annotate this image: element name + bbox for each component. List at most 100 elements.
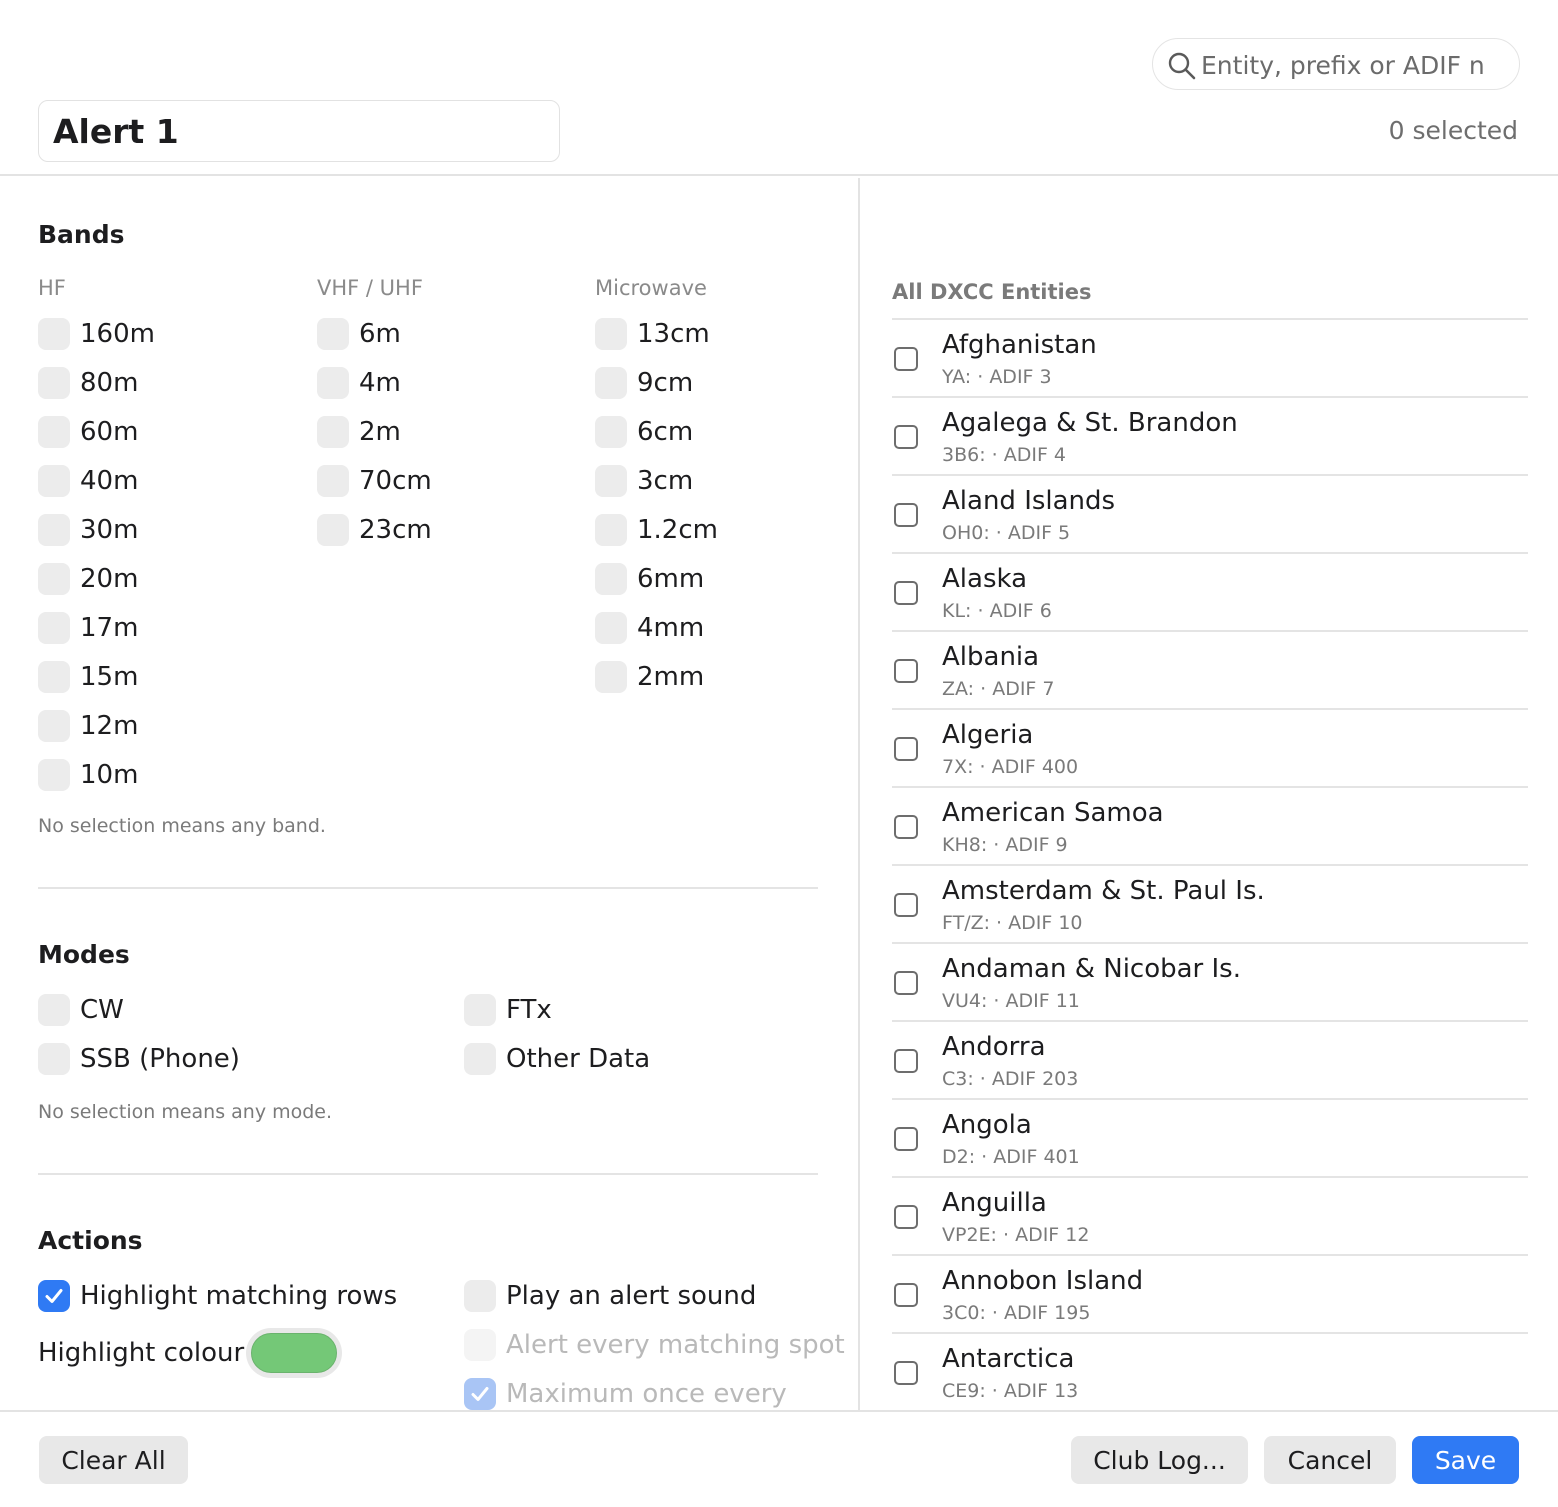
- band-checkbox-70cm[interactable]: 70cm: [317, 461, 432, 501]
- band-checkbox-23cm[interactable]: 23cm: [317, 510, 432, 550]
- checkbox[interactable]: [38, 612, 70, 644]
- entity-checkbox[interactable]: [894, 1049, 918, 1073]
- band-checkbox-17m[interactable]: 17m: [38, 608, 138, 648]
- checkbox[interactable]: [595, 465, 627, 497]
- entity-row[interactable]: Amsterdam & St. Paul Is. FT/Z: · ADIF 10: [892, 866, 1528, 944]
- band-checkbox-3cm[interactable]: 3cm: [595, 461, 693, 501]
- mode-cw[interactable]: CW: [38, 990, 124, 1030]
- alert-name-field[interactable]: [38, 100, 560, 162]
- checkbox[interactable]: [464, 1378, 496, 1410]
- checkbox[interactable]: [38, 994, 70, 1026]
- search-input[interactable]: [1201, 47, 1509, 83]
- entity-row[interactable]: Alaska KL: · ADIF 6: [892, 554, 1528, 632]
- entity-checkbox[interactable]: [894, 1205, 918, 1229]
- checkbox[interactable]: [595, 416, 627, 448]
- band-checkbox-6mm[interactable]: 6mm: [595, 559, 704, 599]
- entity-row[interactable]: Andaman & Nicobar Is. VU4: · ADIF 11: [892, 944, 1528, 1022]
- club-log-button[interactable]: Club Log...: [1071, 1436, 1248, 1484]
- checkbox[interactable]: [38, 1043, 70, 1075]
- checkbox[interactable]: [317, 416, 349, 448]
- entity-row[interactable]: American Samoa KH8: · ADIF 9: [892, 788, 1528, 866]
- band-checkbox-40m[interactable]: 40m: [38, 461, 138, 501]
- band-checkbox-15m[interactable]: 15m: [38, 657, 138, 697]
- checkbox[interactable]: [464, 994, 496, 1026]
- entity-row[interactable]: Algeria 7X: · ADIF 400: [892, 710, 1528, 788]
- checkbox[interactable]: [317, 465, 349, 497]
- checkbox[interactable]: [464, 1329, 496, 1361]
- entity-checkbox[interactable]: [894, 1283, 918, 1307]
- entity-checkbox[interactable]: [894, 1361, 918, 1385]
- band-checkbox-60m[interactable]: 60m: [38, 412, 138, 452]
- band-checkbox-1-2cm[interactable]: 1.2cm: [595, 510, 718, 550]
- entity-checkbox[interactable]: [894, 893, 918, 917]
- band-checkbox-13cm[interactable]: 13cm: [595, 314, 710, 354]
- checkbox[interactable]: [38, 465, 70, 497]
- checkbox[interactable]: [38, 759, 70, 791]
- entity-checkbox[interactable]: [894, 971, 918, 995]
- band-checkbox-10m[interactable]: 10m: [38, 755, 138, 795]
- entity-row[interactable]: Antarctica CE9: · ADIF 13: [892, 1334, 1528, 1410]
- entity-checkbox[interactable]: [894, 815, 918, 839]
- clear-all-button[interactable]: Clear All: [39, 1436, 188, 1484]
- band-checkbox-9cm[interactable]: 9cm: [595, 363, 693, 403]
- checkbox[interactable]: [38, 1280, 70, 1312]
- save-button[interactable]: Save: [1412, 1436, 1519, 1484]
- checkbox[interactable]: [38, 367, 70, 399]
- checkbox[interactable]: [38, 710, 70, 742]
- entity-checkbox[interactable]: [894, 425, 918, 449]
- max-once-checkbox[interactable]: Maximum once every: [464, 1374, 787, 1410]
- entity-row[interactable]: Albania ZA: · ADIF 7: [892, 632, 1528, 710]
- checkbox[interactable]: [595, 563, 627, 595]
- band-checkbox-2m[interactable]: 2m: [317, 412, 401, 452]
- checkbox[interactable]: [317, 367, 349, 399]
- band-checkbox-30m[interactable]: 30m: [38, 510, 138, 550]
- entity-checkbox[interactable]: [894, 737, 918, 761]
- entity-checkbox[interactable]: [894, 503, 918, 527]
- alert-every-spot-checkbox[interactable]: Alert every matching spot: [464, 1325, 845, 1365]
- band-checkbox-6m[interactable]: 6m: [317, 314, 401, 354]
- entity-checkbox[interactable]: [894, 659, 918, 683]
- checkbox[interactable]: [317, 514, 349, 546]
- checkbox[interactable]: [38, 563, 70, 595]
- highlight-colour-well[interactable]: [246, 1328, 342, 1378]
- checkbox[interactable]: [317, 318, 349, 350]
- entity-row[interactable]: Angola D2: · ADIF 401: [892, 1100, 1528, 1178]
- entity-checkbox[interactable]: [894, 347, 918, 371]
- checkbox[interactable]: [595, 514, 627, 546]
- band-checkbox-4m[interactable]: 4m: [317, 363, 401, 403]
- highlight-rows-checkbox[interactable]: Highlight matching rows: [38, 1276, 397, 1316]
- checkbox[interactable]: [38, 514, 70, 546]
- mode-other-data[interactable]: Other Data: [464, 1039, 650, 1079]
- checkbox[interactable]: [595, 612, 627, 644]
- checkbox[interactable]: [595, 661, 627, 693]
- mode-ssb[interactable]: SSB (Phone): [38, 1039, 240, 1079]
- checkbox[interactable]: [595, 318, 627, 350]
- entity-row[interactable]: Annobon Island 3C0: · ADIF 195: [892, 1256, 1528, 1334]
- checkbox-label: Alert every matching spot: [506, 1330, 845, 1360]
- entity-search[interactable]: [1152, 38, 1520, 90]
- band-checkbox-2mm[interactable]: 2mm: [595, 657, 704, 697]
- band-checkbox-80m[interactable]: 80m: [38, 363, 138, 403]
- mode-ftx[interactable]: FTx: [464, 990, 552, 1030]
- entity-row[interactable]: Anguilla VP2E: · ADIF 12: [892, 1178, 1528, 1256]
- checkbox[interactable]: [38, 416, 70, 448]
- play-sound-checkbox[interactable]: Play an alert sound: [464, 1276, 756, 1316]
- entity-checkbox[interactable]: [894, 1127, 918, 1151]
- band-checkbox-20m[interactable]: 20m: [38, 559, 138, 599]
- checkbox[interactable]: [464, 1043, 496, 1075]
- entity-row[interactable]: Aland Islands OH0: · ADIF 5: [892, 476, 1528, 554]
- entity-row[interactable]: Andorra C3: · ADIF 203: [892, 1022, 1528, 1100]
- band-checkbox-12m[interactable]: 12m: [38, 706, 138, 746]
- checkbox[interactable]: [464, 1280, 496, 1312]
- checkbox[interactable]: [38, 661, 70, 693]
- band-checkbox-6cm[interactable]: 6cm: [595, 412, 693, 452]
- checkbox[interactable]: [595, 367, 627, 399]
- cancel-button[interactable]: Cancel: [1264, 1436, 1396, 1484]
- checkbox-label: 2mm: [637, 662, 705, 692]
- checkbox[interactable]: [38, 318, 70, 350]
- entity-checkbox[interactable]: [894, 581, 918, 605]
- band-checkbox-4mm[interactable]: 4mm: [595, 608, 704, 648]
- entity-row[interactable]: Agalega & St. Brandon 3B6: · ADIF 4: [892, 398, 1528, 476]
- band-checkbox-160m[interactable]: 160m: [38, 314, 155, 354]
- entity-row[interactable]: Afghanistan YA: · ADIF 3: [892, 320, 1528, 398]
